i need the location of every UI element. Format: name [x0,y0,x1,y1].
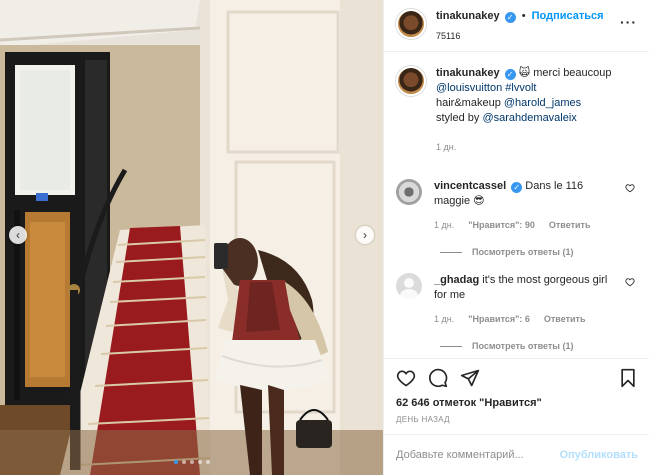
likes-label[interactable]: отметок "Нравится" [433,397,542,409]
commenter-avatar[interactable] [396,273,422,299]
like-comment-heart-icon[interactable] [625,277,635,287]
carousel-dot [173,460,178,464]
commenter-username[interactable]: vincentcassel [434,180,506,192]
publish-comment-button[interactable]: Опубликовать [559,449,638,461]
comment-time[interactable]: 1 дн. [434,312,454,327]
author-username[interactable]: tinakunakey [436,10,500,22]
caption-username[interactable]: tinakunakey [436,67,500,79]
caption-mention-louisvuitton[interactable]: @louisvuitton [436,82,502,94]
instagram-post: ‹ › tinakunakey ✓ • Подписаться 75116 ··… [0,0,649,475]
caption-text: hair&makeup [436,97,501,109]
next-photo-button[interactable]: › [356,226,374,244]
caption: tinakunakey ✓ 🙀 merci beaucoup @louisvui… [396,66,637,155]
carousel-dots [0,460,383,464]
action-bar: 62 646 отметок "Нравится" ДЕНЬ НАЗАД [384,358,649,424]
view-replies-button[interactable]: Посмотреть ответы (1) [440,247,637,257]
caption-avatar[interactable] [396,66,426,96]
caption-hashtag[interactable]: #lvvolt [505,82,536,94]
commenter-avatar[interactable] [396,179,422,205]
post-date[interactable]: ДЕНЬ НАЗАД [396,415,638,424]
post-location[interactable]: 75116 [436,31,604,41]
author-avatar[interactable] [396,9,426,39]
verified-badge-icon: ✓ [504,69,516,80]
post-header: tinakunakey ✓ • Подписаться 75116 ··· [384,0,649,52]
caption-mention-sarah[interactable]: @sarahdemavaleix [482,112,576,124]
verified-badge-icon: ✓ [511,182,523,193]
comment-likes[interactable]: "Нравится": 90 [468,218,535,233]
caption-text: styled by [436,112,480,124]
caption-mention-harold[interactable]: @harold_james [504,97,581,109]
carousel-dot [189,460,194,464]
post-photo[interactable]: ‹ › [0,0,383,475]
replies-line [440,251,462,253]
caption-text: merci beaucoup [533,67,612,79]
reply-button[interactable]: Ответить [549,218,591,233]
verified-badge-icon: ✓ [504,12,516,23]
likes-summary: 62 646 отметок "Нравится" [396,397,638,409]
comment-icon[interactable] [428,368,448,388]
heart-icon[interactable] [396,368,416,388]
share-icon[interactable] [460,368,480,388]
replies-line [440,345,462,347]
follow-button[interactable]: Подписаться [532,10,604,22]
header-separator: • [521,10,526,22]
carousel-dot [181,460,186,464]
comment-input[interactable] [396,449,560,461]
comment-item: _ghadag it's the most gorgeous girl for … [396,273,637,327]
more-options-icon[interactable]: ··· [620,14,637,30]
comment-time[interactable]: 1 дн. [434,218,454,233]
carousel-dot [205,460,210,464]
view-replies-label[interactable]: Посмотреть ответы (1) [472,341,573,351]
likes-count[interactable]: 62 646 [396,397,430,409]
view-replies-label[interactable]: Посмотреть ответы (1) [472,247,573,257]
like-comment-heart-icon[interactable] [625,183,635,193]
comment-likes[interactable]: "Нравится": 6 [468,312,530,327]
post-panel: tinakunakey ✓ • Подписаться 75116 ··· ti… [383,0,649,475]
caption-emoji: 🙀 [518,67,531,79]
view-replies-button[interactable]: Посмотреть ответы (1) [440,341,637,351]
bookmark-icon[interactable] [618,368,638,388]
comment-composer: Опубликовать [384,434,649,475]
caption-time[interactable]: 1 дн. [436,140,456,155]
carousel-dot [197,460,202,464]
reply-button[interactable]: Ответить [544,312,586,327]
comment-item: vincentcassel ✓ Dans le 116 maggie 😎 1 д… [396,179,637,233]
previous-photo-button[interactable]: ‹ [9,226,27,244]
commenter-username[interactable]: _ghadag [434,274,479,286]
comments-list: tinakunakey ✓ 🙀 merci beaucoup @louisvui… [384,52,649,357]
photo-scene [0,0,383,475]
